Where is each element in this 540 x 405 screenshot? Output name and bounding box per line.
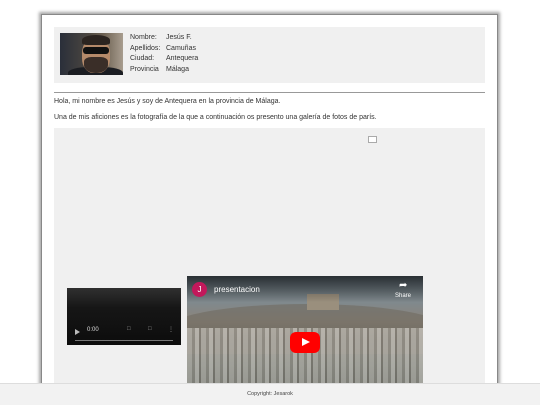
youtube-play-button[interactable] [290, 332, 320, 353]
video-progress-bar[interactable] [75, 340, 173, 341]
video-time: 0:00 [87, 327, 99, 333]
youtube-embed[interactable]: J presentacion ➦ Share [187, 276, 423, 395]
info-label: Nombre: [130, 34, 157, 41]
info-row-apellidos: Apellidos: Camuñas [130, 44, 198, 55]
page-footer: Copyright: Jesarok [0, 383, 540, 405]
profile-card: Nombre: Jesús F. Apellidos: Camuñas Ciud… [54, 27, 485, 83]
share-label[interactable]: Share [395, 293, 411, 299]
more-options-icon[interactable]: ⋮ [168, 326, 174, 333]
info-row-ciudad: Ciudad: Antequera [130, 54, 198, 65]
info-label: Ciudad: [130, 55, 155, 62]
play-icon[interactable] [75, 329, 80, 335]
info-value: Málaga [166, 65, 189, 73]
play-icon [302, 338, 310, 346]
video-controls: 0:00 □ □ ⋮ [67, 323, 181, 345]
profile-info: Nombre: Jesús F. Apellidos: Camuñas Ciud… [130, 33, 198, 75]
broken-image-icon [368, 136, 377, 143]
youtube-topbar: J presentacion ➦ Share [187, 276, 423, 302]
video-title[interactable]: presentacion [214, 285, 260, 294]
info-label: Apellidos: [130, 44, 161, 52]
volume-icon[interactable]: □ [127, 326, 131, 332]
channel-avatar[interactable]: J [192, 282, 207, 297]
copyright-text: Copyright: Jesarok [247, 391, 293, 397]
photo-gallery: 0:00 □ □ ⋮ J presentacion ➦ Share [54, 128, 485, 395]
share-icon[interactable]: ➦ [399, 280, 407, 291]
divider [54, 92, 485, 93]
video-player[interactable]: 0:00 □ □ ⋮ [67, 288, 181, 345]
hobby-text: Una de mis aficiones es la fotografía de… [54, 114, 377, 121]
info-value: Camuñas [166, 44, 196, 52]
info-value: Jesús F. [166, 34, 192, 41]
info-row-nombre: Nombre: Jesús F. [130, 33, 198, 44]
info-label: Provincia [130, 65, 159, 73]
profile-page: Nombre: Jesús F. Apellidos: Camuñas Ciud… [41, 14, 498, 396]
intro-text: Hola, mi nombre es Jesús y soy de Antequ… [54, 98, 281, 105]
info-value: Antequera [166, 55, 199, 62]
info-row-provincia: Provincia Málaga [130, 65, 198, 76]
avatar [60, 33, 123, 75]
fullscreen-icon[interactable]: □ [148, 326, 152, 332]
